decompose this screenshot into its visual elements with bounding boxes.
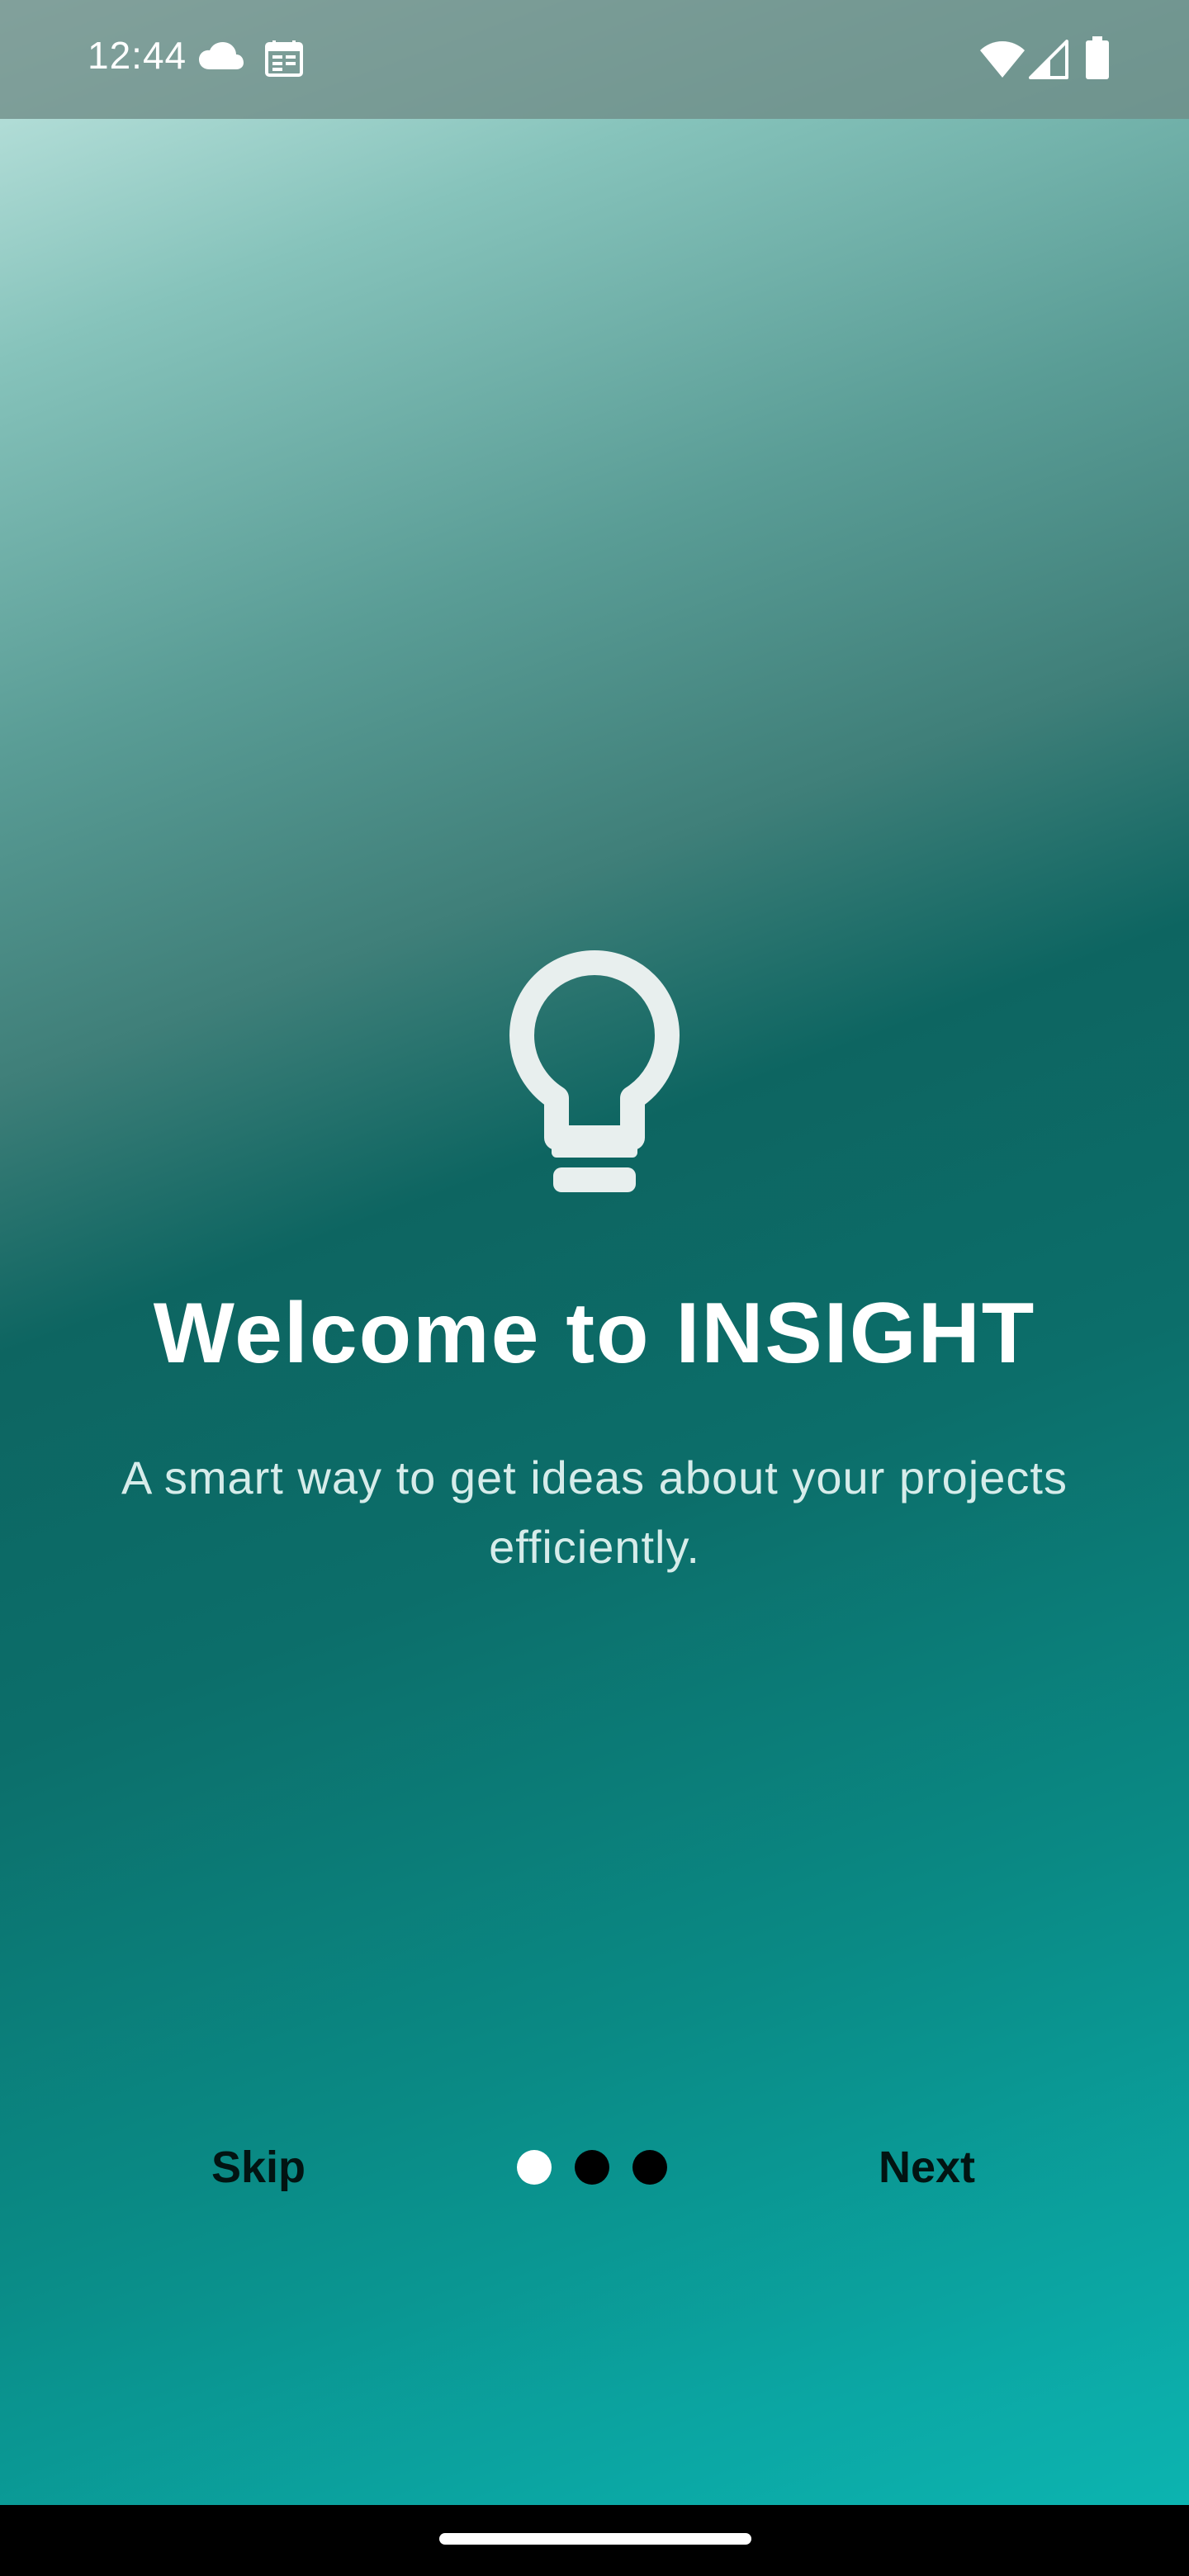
page-dot-2[interactable] [575,2150,609,2185]
next-button[interactable]: Next [879,2138,975,2196]
battery-icon [1086,36,1109,79]
onboarding-screen: 12:44 Welcome to INSIGHT A smart way to … [0,0,1189,2576]
signal-icon [1029,40,1068,79]
cloud-icon [199,42,244,69]
welcome-title: Welcome to INSIGHT [153,1286,1036,1381]
page-dot-1-active[interactable] [517,2150,552,2185]
skip-button[interactable]: Skip [211,2138,306,2196]
status-bar: 12:44 [0,0,1189,119]
home-indicator[interactable] [439,2533,751,2545]
page-dot-3[interactable] [632,2150,667,2185]
welcome-subtitle: A smart way to get ideas about your proj… [121,1451,1068,1573]
lightbulb-icon [509,950,680,1192]
wifi-icon [980,41,1025,78]
calendar-icon [265,40,303,77]
status-time: 12:44 [88,34,187,77]
